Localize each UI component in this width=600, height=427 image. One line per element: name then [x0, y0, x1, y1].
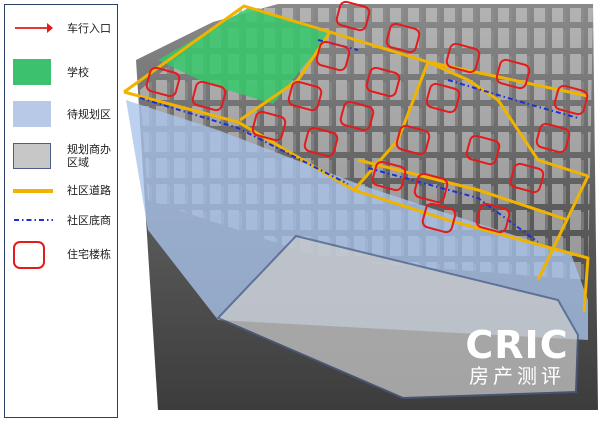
legend-label-entrance: 车行入口 [67, 22, 111, 35]
legend-item-building: 住宅楼栋 [13, 239, 117, 271]
legend-label-building: 住宅楼栋 [67, 248, 111, 261]
red-arrow-icon [15, 23, 53, 33]
commercial-swatch [13, 143, 51, 169]
legend-item-shops: 社区底商 [13, 209, 117, 241]
legend-item-road: 社区道路 [13, 179, 117, 211]
legend-label-school: 学校 [67, 66, 89, 79]
legend-label-shops: 社区底商 [67, 214, 111, 227]
road-swatch [13, 189, 53, 193]
planned-swatch [13, 101, 51, 127]
legend-label-road: 社区道路 [67, 184, 111, 197]
dash-dot-line-icon [14, 219, 53, 221]
school-swatch [13, 59, 51, 85]
legend-item-planned: 待规划区 [13, 97, 117, 129]
building-marker-swatch [13, 241, 45, 269]
watermark-brand: CRIC [465, 323, 569, 367]
cric-watermark: CRIC 房产测评 [452, 325, 582, 387]
legend-item-commercial: 规划商办区域 [13, 139, 117, 171]
legend-item-entrance: 车行入口 [13, 15, 117, 47]
legend-item-school: 学校 [13, 55, 117, 87]
legend-label-commercial: 规划商办区域 [67, 143, 111, 169]
aerial-map: CRIC 房产测评 [118, 0, 600, 427]
page: 车行入口 学校 待规划区 规划商办区域 社区道路 社区底商 住宅楼栋 CRIC … [0, 0, 600, 427]
legend-label-planned: 待规划区 [67, 108, 111, 121]
watermark-subtitle: 房产测评 [469, 364, 565, 388]
legend-panel: 车行入口 学校 待规划区 规划商办区域 社区道路 社区底商 住宅楼栋 [4, 4, 118, 418]
